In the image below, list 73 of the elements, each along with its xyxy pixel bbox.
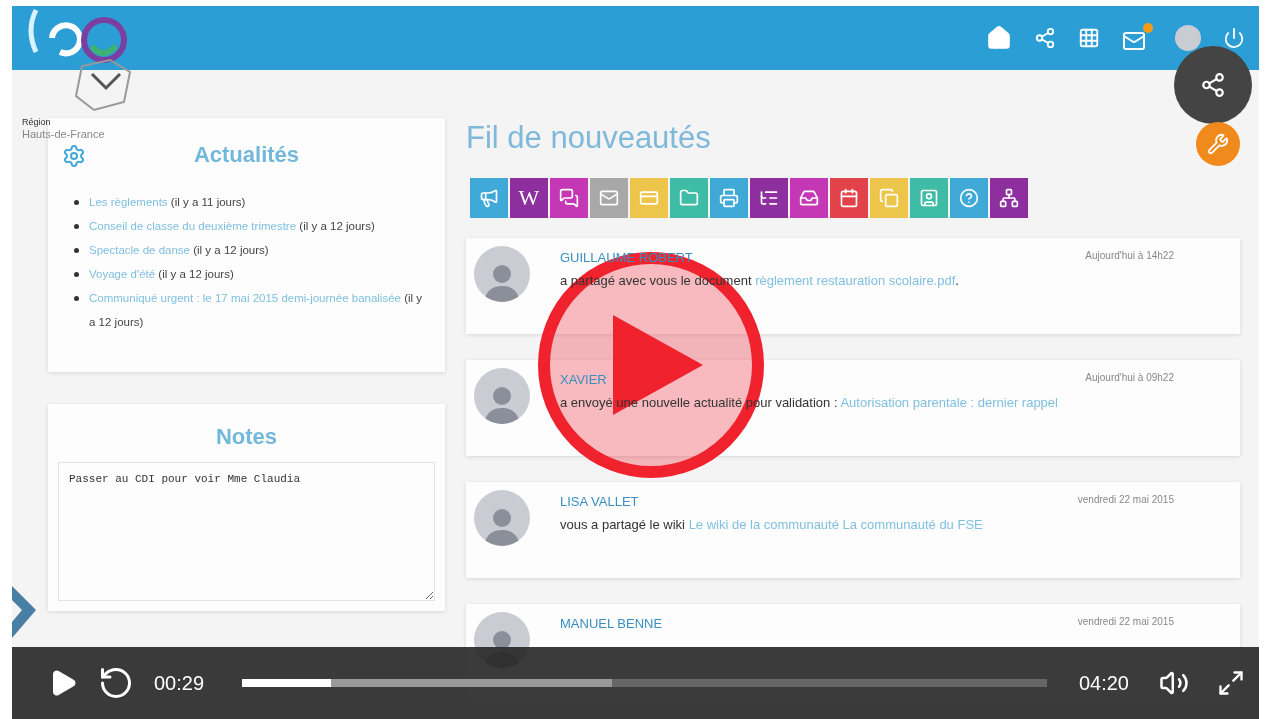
grid-icon[interactable] [1078, 27, 1100, 49]
fullscreen-icon[interactable] [1217, 669, 1245, 697]
news-item: Conseil de classe du deuxième trimestre (il y a 12 jours) [89, 219, 375, 234]
tree-icon [759, 188, 779, 208]
bullet-dot [74, 224, 79, 229]
activity-text: vous a partagé le wiki Le wiki de la communauté La communauté du FSE [560, 517, 984, 532]
progress-track[interactable] [242, 679, 1047, 687]
tools-button[interactable] [1196, 122, 1240, 166]
current-time: 00:29 [154, 671, 205, 695]
mail-icon [599, 188, 619, 208]
inbox-icon [799, 188, 819, 208]
region-label: Région [22, 116, 51, 128]
folder-icon [679, 188, 699, 208]
activity-link[interactable]: Le wiki de la communauté La communauté du FSE [688, 517, 983, 532]
copy-icon [879, 188, 899, 208]
post-time: vendredi 22 mai 2015 [1077, 616, 1174, 629]
author-name[interactable]: MANUEL BENNE [560, 616, 663, 631]
chat-icon [559, 188, 579, 208]
duration-time: 04:20 [1078, 671, 1129, 695]
author-name[interactable]: XAVIER [560, 372, 607, 387]
home-icon[interactable] [986, 25, 1012, 51]
activity-link[interactable]: règlement restauration scolaire.pdf [755, 273, 956, 288]
chat-app-tile[interactable] [550, 178, 588, 218]
calendar-icon [839, 188, 859, 208]
bullet-dot [74, 272, 79, 277]
mail-app-tile[interactable] [590, 178, 628, 218]
news-item: Spectacle de danse (il y a 12 jours) [89, 243, 269, 258]
activity-link[interactable]: Autorisation parentale : dernier rappel [840, 395, 1058, 410]
bullet-dot [74, 248, 79, 253]
bullet-dot [74, 200, 79, 205]
bullet-dot [74, 296, 79, 301]
card-icon [639, 188, 659, 208]
contact-app-tile[interactable] [910, 178, 948, 218]
news-link[interactable]: Voyage d'été [89, 268, 156, 280]
notes-title: Notes [215, 424, 278, 450]
tree-app-tile[interactable] [750, 178, 788, 218]
news-item: Voyage d'été (il y a 12 jours) [89, 267, 234, 282]
contact-icon [919, 188, 939, 208]
inbox-app-tile[interactable] [790, 178, 828, 218]
post-time: Aujourd'hui à 14h22 [1085, 250, 1174, 263]
news-link[interactable]: Conseil de classe du deuxième trimestre [89, 220, 297, 232]
megaphone-app-tile[interactable] [470, 178, 508, 218]
feed-title: Fil de nouveautés [466, 120, 711, 156]
region-name: Hauts-de-France [22, 128, 105, 140]
news-item: Les règlements (il y a 11 jours) [89, 195, 246, 210]
print-app-tile[interactable] [710, 178, 748, 218]
notes-field[interactable]: Passer au CDI pour voir Mme Claudia [58, 462, 435, 601]
mail-icon[interactable] [1122, 29, 1146, 53]
power-icon[interactable] [1223, 27, 1245, 49]
copy-app-tile[interactable] [870, 178, 908, 218]
news-link[interactable]: Spectacle de danse [89, 244, 191, 256]
post-time: Aujourd'hui à 09h22 [1085, 372, 1174, 385]
settings-icon[interactable] [62, 144, 86, 168]
share-icon [1200, 72, 1226, 98]
print-icon [719, 188, 739, 208]
folder-app-tile[interactable] [670, 178, 708, 218]
help-app-tile[interactable] [950, 178, 988, 218]
share-icon[interactable] [1034, 27, 1056, 49]
author-name[interactable]: LISA VALLET [560, 494, 639, 509]
news-link[interactable]: Les règlements [89, 196, 168, 208]
news-item: Communiqué urgent : le 17 mai 2015 demi-journée banalisée (il y a 12 jours) [89, 291, 424, 330]
sitemap-icon [999, 188, 1019, 208]
card-app-tile[interactable] [630, 178, 668, 218]
news-title: Actualités [193, 142, 300, 168]
user-avatar[interactable] [1175, 25, 1201, 51]
help-icon [959, 188, 979, 208]
news-link[interactable]: Communiqué urgent : le 17 mai 2015 demi-journée banalisée [89, 292, 401, 304]
wrench-icon [1207, 133, 1229, 155]
post-time: vendredi 22 mai 2015 [1077, 494, 1174, 507]
megaphone-icon [479, 188, 499, 208]
sitemap-app-tile[interactable] [990, 178, 1028, 218]
wiki-app-tile[interactable]: W [510, 178, 548, 218]
calendar-app-tile[interactable] [830, 178, 868, 218]
